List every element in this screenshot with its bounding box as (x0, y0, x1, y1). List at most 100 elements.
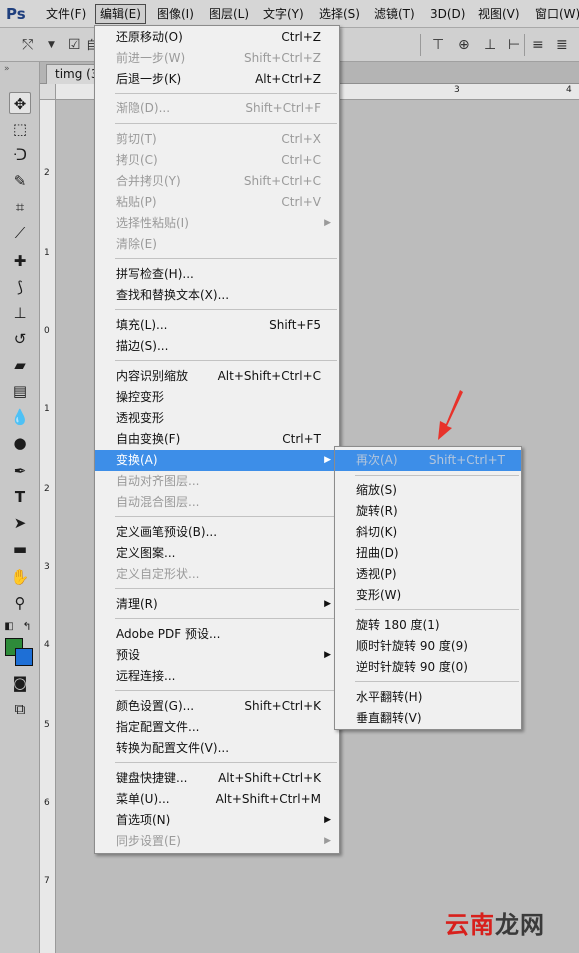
options-divider (524, 34, 525, 56)
menu-item-color-settings[interactable]: 颜色设置(G)... Shift+Ctrl+K (95, 696, 339, 717)
menu-item-paste[interactable]: 粘贴(P) Ctrl+V (95, 192, 339, 213)
menu-item-define-shape[interactable]: 定义自定形状... (95, 564, 339, 585)
menu-item-define-brush[interactable]: 定义画笔预设(B)... (95, 522, 339, 543)
menu-filter[interactable]: 滤镜(T) (370, 4, 419, 24)
default-colors-icon[interactable]: ◧ (3, 616, 15, 638)
submenu-item-rotate-180[interactable]: 旋转 180 度(1) (335, 615, 521, 636)
menu-item-convert-profile[interactable]: 转换为配置文件(V)... (95, 738, 339, 759)
menu-item-clear[interactable]: 清除(E) (95, 234, 339, 255)
gradient-icon[interactable]: ▤ (9, 380, 31, 402)
submenu-item-rotate-90-ccw[interactable]: 逆时针旋转 90 度(0) (335, 657, 521, 678)
panel-collapse-icon[interactable]: » (4, 64, 10, 74)
menu-item-presets[interactable]: 预设 ▶ (95, 645, 339, 666)
menu-layer[interactable]: 图层(L) (205, 4, 253, 24)
auto-select-checkbox[interactable]: ☑ (68, 36, 81, 54)
submenu-item-rotate[interactable]: 旋转(R) (335, 501, 521, 522)
align-left-icon[interactable]: ⊢ (508, 36, 520, 54)
menu-item-free-transform[interactable]: 自由变换(F) Ctrl+T (95, 429, 339, 450)
menu-item-spell-check[interactable]: 拼写检查(H)... (95, 264, 339, 285)
menu-window[interactable]: 窗口(W) (531, 4, 579, 24)
menu-item-pdf-presets[interactable]: Adobe PDF 预设... (95, 624, 339, 645)
menu-separator (355, 681, 519, 682)
align-top-icon[interactable]: ⊤ (432, 36, 444, 54)
lasso-icon[interactable]: ᑝ (9, 144, 31, 166)
menu-item-purge[interactable]: 清理(R) ▶ (95, 594, 339, 615)
ruler-tick-label: 4 (566, 85, 572, 95)
move-tool-preset-icon[interactable]: ⤲ (22, 36, 33, 54)
chevron-down-icon[interactable]: ▼ (48, 36, 55, 54)
zoom-icon[interactable]: ⚲ (9, 592, 31, 614)
menu-file[interactable]: 文件(F) (42, 4, 90, 24)
menu-edit[interactable]: 编辑(E) (95, 4, 146, 24)
menu-item-preferences[interactable]: 首选项(N) ▶ (95, 810, 339, 831)
menu-type[interactable]: 文字(Y) (259, 4, 308, 24)
move-tool-icon[interactable]: ✥ (9, 92, 31, 114)
crop-icon[interactable]: ⌗ (9, 196, 31, 218)
history-brush-icon[interactable]: ↺ (9, 328, 31, 350)
menu-item-keyboard-shortcuts[interactable]: 键盘快捷键... Alt+Shift+Ctrl+K (95, 768, 339, 789)
type-icon[interactable]: T (9, 486, 31, 508)
menu-separator (115, 516, 337, 517)
menu-item-paste-special[interactable]: 选择性粘贴(I) ▶ (95, 213, 339, 234)
menu-item-define-pattern[interactable]: 定义图案... (95, 543, 339, 564)
quick-select-icon[interactable]: ✎ (9, 170, 31, 192)
menu-image[interactable]: 图像(I) (153, 4, 198, 24)
submenu-item-distort[interactable]: 扭曲(D) (335, 543, 521, 564)
dodge-icon[interactable]: ● (9, 432, 31, 454)
brush-icon[interactable]: ⟆ (9, 276, 31, 298)
submenu-item-skew[interactable]: 斜切(K) (335, 522, 521, 543)
hand-icon[interactable]: ✋ (9, 566, 31, 588)
menu-item-auto-blend-layers[interactable]: 自动混合图层... (95, 492, 339, 513)
ruler-origin[interactable] (40, 84, 56, 100)
submenu-item-perspective[interactable]: 透视(P) (335, 564, 521, 585)
marquee-icon[interactable]: ⬚ (9, 118, 31, 140)
distribute-top-icon[interactable]: ≡ (532, 36, 544, 54)
menu-item-sync-settings[interactable]: 同步设置(E) ▶ (95, 831, 339, 852)
menu-select[interactable]: 选择(S) (315, 4, 364, 24)
menu-bar: Ps 文件(F) 编辑(E) 图像(I) 图层(L) 文字(Y) 选择(S) 滤… (0, 0, 579, 28)
submenu-item-flip-vertical[interactable]: 垂直翻转(V) (335, 708, 521, 729)
menu-item-transform[interactable]: 变换(A) ▶ (95, 450, 339, 471)
quick-mask-icon[interactable]: ◙ (9, 672, 31, 694)
ruler-tick-label: 3 (44, 562, 50, 572)
submenu-item-scale[interactable]: 缩放(S) (335, 480, 521, 501)
menu-item-fade[interactable]: 渐隐(D)... Shift+Ctrl+F (95, 98, 339, 119)
rectangle-icon[interactable]: ▬ (9, 538, 31, 560)
swap-colors-icon[interactable]: ↰ (20, 616, 34, 638)
background-color-swatch[interactable] (15, 648, 33, 666)
submenu-item-warp[interactable]: 变形(W) (335, 585, 521, 606)
menu-item-copy[interactable]: 拷贝(C) Ctrl+C (95, 150, 339, 171)
menu-item-assign-profile[interactable]: 指定配置文件... (95, 717, 339, 738)
submenu-item-rotate-90-cw[interactable]: 顺时针旋转 90 度(9) (335, 636, 521, 657)
submenu-item-flip-horizontal[interactable]: 水平翻转(H) (335, 687, 521, 708)
menu-item-find-replace[interactable]: 查找和替换文本(X)... (95, 285, 339, 306)
path-select-icon[interactable]: ➤ (9, 512, 31, 534)
menu-item-step-forward[interactable]: 前进一步(W) Shift+Ctrl+Z (95, 48, 339, 69)
menu-3d[interactable]: 3D(D) (426, 4, 469, 24)
pen-icon[interactable]: ✒ (9, 460, 31, 482)
menu-item-perspective-warp[interactable]: 透视变形 (95, 408, 339, 429)
align-vcenter-icon[interactable]: ⊕ (458, 36, 470, 54)
align-bottom-icon[interactable]: ⊥ (484, 36, 496, 54)
menu-item-content-aware-scale[interactable]: 内容识别缩放 Alt+Shift+Ctrl+C (95, 366, 339, 387)
menu-view[interactable]: 视图(V) (474, 4, 524, 24)
healing-icon[interactable]: ✚ (9, 250, 31, 272)
ruler-vertical[interactable]: 2 1 0 1 2 3 4 5 6 7 (40, 84, 56, 953)
menu-item-stroke[interactable]: 描边(S)... (95, 336, 339, 357)
stamp-icon[interactable]: ⊥ (9, 302, 31, 324)
menu-item-puppet-warp[interactable]: 操控变形 (95, 387, 339, 408)
eyedropper-icon[interactable]: ⟋ (9, 222, 31, 244)
screen-mode-icon[interactable]: ⧉ (9, 698, 31, 720)
menu-item-cut[interactable]: 剪切(T) Ctrl+X (95, 129, 339, 150)
distribute-center-icon[interactable]: ≣ (556, 36, 568, 54)
menu-item-menus[interactable]: 菜单(U)... Alt+Shift+Ctrl+M (95, 789, 339, 810)
eraser-icon[interactable]: ▰ (9, 354, 31, 376)
menu-item-fill[interactable]: 填充(L)... Shift+F5 (95, 315, 339, 336)
blur-icon[interactable]: 💧 (9, 406, 31, 428)
menu-item-auto-align-layers[interactable]: 自动对齐图层... (95, 471, 339, 492)
menu-item-remote-connections[interactable]: 远程连接... (95, 666, 339, 687)
menu-item-step-backward[interactable]: 后退一步(K) Alt+Ctrl+Z (95, 69, 339, 90)
submenu-item-again[interactable]: 再次(A) Shift+Ctrl+T (335, 450, 521, 471)
menu-item-copy-merged[interactable]: 合并拷贝(Y) Shift+Ctrl+C (95, 171, 339, 192)
menu-item-undo[interactable]: 还原移动(O) Ctrl+Z (95, 27, 339, 48)
